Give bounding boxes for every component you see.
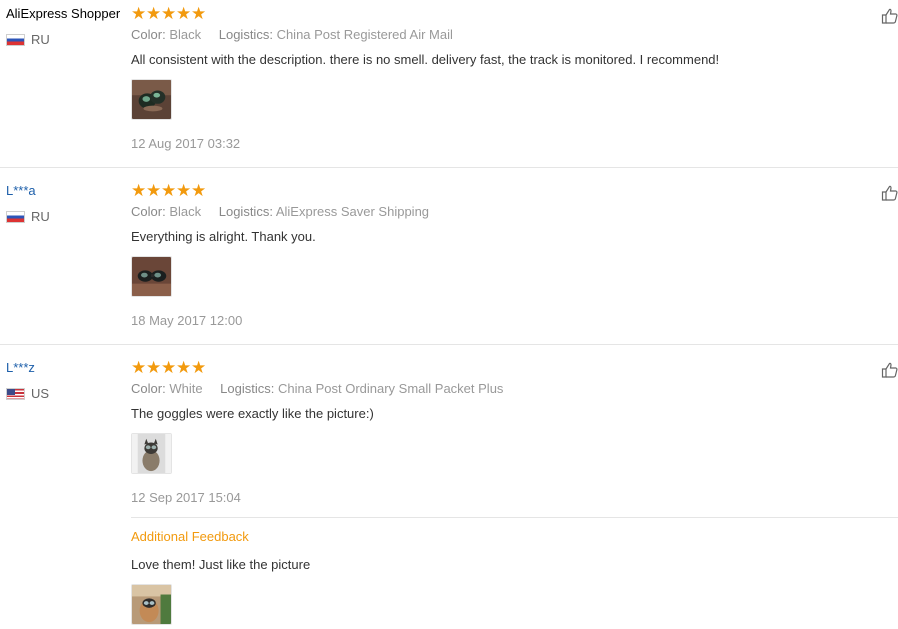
star-icon: ★ bbox=[146, 181, 162, 200]
country-code: RU bbox=[31, 32, 50, 47]
review-body: ★ ★ ★ ★ ★ Color: White Logistics: China Post… bbox=[131, 359, 898, 625]
color-label: Color: bbox=[131, 381, 166, 396]
order-info: Color: White Logistics: China Post Ordin… bbox=[131, 381, 891, 397]
logistics-value: China Post Ordinary Small Packet Plus bbox=[278, 381, 504, 396]
additional-feedback-divider bbox=[131, 517, 898, 518]
star-icon: ★ bbox=[191, 358, 207, 377]
star-icon: ★ bbox=[146, 358, 162, 377]
reviewer-country: RU bbox=[6, 209, 128, 224]
star-icon: ★ bbox=[191, 4, 207, 23]
russia-flag-icon bbox=[6, 33, 25, 46]
review-body: ★ ★ ★ ★ ★ Color: Black Logistics: China Post… bbox=[131, 5, 891, 152]
thumbs-up-icon[interactable] bbox=[881, 184, 898, 201]
additional-feedback-comment: Love them! Just like the picture bbox=[131, 557, 311, 572]
thumbs-up-icon[interactable] bbox=[881, 361, 898, 378]
review-comment: All consistent with the description. the… bbox=[131, 52, 720, 67]
star-icon: ★ bbox=[131, 4, 147, 23]
review-photo-thumbnail[interactable] bbox=[131, 433, 172, 474]
star-icon: ★ bbox=[161, 358, 177, 377]
star-icon: ★ bbox=[191, 181, 207, 200]
star-icon: ★ bbox=[161, 181, 177, 200]
additional-feedback-photo-thumbnail[interactable] bbox=[131, 584, 172, 625]
order-info: Color: Black Logistics: China Post Regis… bbox=[131, 27, 891, 43]
star-icon: ★ bbox=[131, 181, 147, 200]
reviewer-info: L***z US bbox=[6, 360, 128, 401]
reviewer-country: US bbox=[6, 386, 128, 401]
review-comment: The goggles were exactly like the pictur… bbox=[131, 406, 374, 421]
color-label: Color: bbox=[131, 204, 166, 219]
review-comment: Everything is alright. Thank you. bbox=[131, 229, 316, 244]
dog-photo-icon bbox=[132, 434, 171, 473]
country-code: US bbox=[31, 386, 50, 401]
reviewer-name: AliExpress Shopper bbox=[6, 6, 121, 21]
review-photo-thumbnail[interactable] bbox=[131, 79, 172, 120]
review-item: L***a RU ★ ★ ★ ★ ★ Color: Black Logistics: A… bbox=[0, 167, 898, 344]
logistics-label: Logistics: bbox=[218, 204, 273, 219]
reviewer-info: AliExpress Shopper RU bbox=[6, 6, 128, 47]
star-icon: ★ bbox=[176, 181, 192, 200]
review-date: 18 May 2017 12:00 bbox=[131, 313, 243, 328]
review-photo-thumbnail[interactable] bbox=[131, 256, 172, 297]
dog-photo-icon bbox=[132, 585, 171, 624]
star-rating: ★ ★ ★ ★ ★ bbox=[131, 5, 891, 23]
color-value: White bbox=[169, 381, 203, 396]
star-icon: ★ bbox=[176, 4, 192, 23]
star-rating: ★ ★ ★ ★ ★ bbox=[131, 359, 891, 377]
country-code: RU bbox=[31, 209, 50, 224]
reviewer-name[interactable]: L***a bbox=[6, 183, 128, 199]
star-icon: ★ bbox=[146, 4, 162, 23]
star-rating: ★ ★ ★ ★ ★ bbox=[131, 182, 891, 200]
color-label: Color: bbox=[131, 27, 166, 42]
logistics-value: AliExpress Saver Shipping bbox=[275, 204, 430, 219]
usa-flag-icon bbox=[6, 387, 25, 400]
color-value: Black bbox=[169, 27, 202, 42]
star-icon: ★ bbox=[176, 358, 192, 377]
logistics-label: Logistics: bbox=[218, 27, 273, 42]
review-date: 12 Aug 2017 03:32 bbox=[131, 136, 241, 151]
reviewer-info: L***a RU bbox=[6, 183, 128, 224]
thumbs-up-icon[interactable] bbox=[881, 7, 898, 24]
star-icon: ★ bbox=[161, 4, 177, 23]
logistics-label: Logistics: bbox=[220, 381, 275, 396]
reviewer-country: RU bbox=[6, 32, 128, 47]
russia-flag-icon bbox=[6, 210, 25, 223]
review-item: L***z US ★ ★ ★ ★ ★ Color: White Logistics: C… bbox=[0, 344, 898, 629]
review-item: AliExpress Shopper RU ★ ★ ★ ★ ★ Color: Black… bbox=[0, 0, 898, 167]
reviewer-name[interactable]: L***z bbox=[6, 360, 128, 376]
goggles-photo-icon bbox=[132, 257, 171, 296]
additional-feedback-title: Additional Feedback bbox=[131, 529, 249, 544]
star-icon: ★ bbox=[131, 358, 147, 377]
goggles-photo-icon bbox=[132, 80, 171, 119]
color-value: Black bbox=[169, 204, 202, 219]
logistics-value: China Post Registered Air Mail bbox=[276, 27, 453, 42]
review-date: 12 Sep 2017 15:04 bbox=[131, 490, 241, 505]
review-body: ★ ★ ★ ★ ★ Color: Black Logistics: AliExpress… bbox=[131, 182, 891, 329]
order-info: Color: Black Logistics: AliExpress Saver… bbox=[131, 204, 891, 220]
